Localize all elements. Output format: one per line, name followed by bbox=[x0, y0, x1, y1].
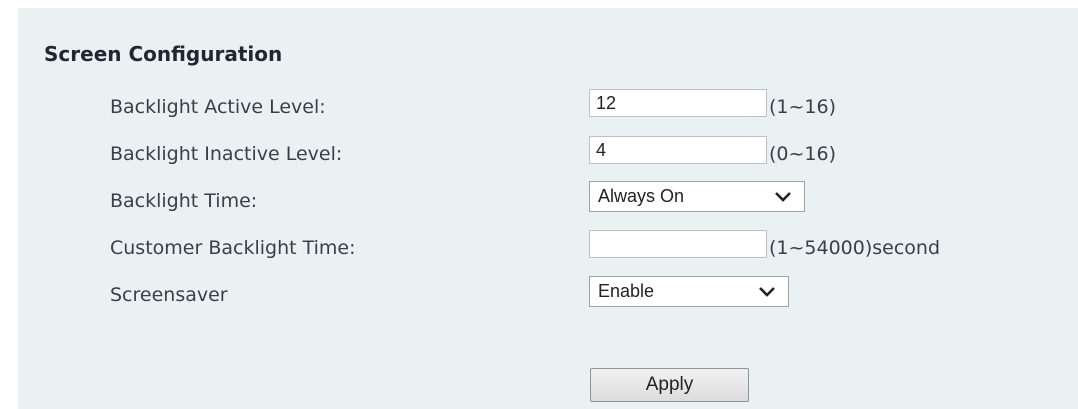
backlight-inactive-level-input[interactable] bbox=[589, 136, 767, 164]
screen-configuration-panel: Screen Configuration Backlight Active Le… bbox=[18, 8, 1078, 409]
screensaver-label: Screensaver bbox=[110, 284, 228, 306]
backlight-active-level-label: Backlight Active Level: bbox=[110, 96, 326, 118]
customer-backlight-time-label: Customer Backlight Time: bbox=[110, 237, 356, 259]
backlight-time-label: Backlight Time: bbox=[110, 190, 258, 212]
screensaver-select[interactable]: Enable bbox=[589, 276, 789, 307]
apply-button[interactable]: Apply bbox=[590, 368, 749, 402]
backlight-active-level-range: (1~16) bbox=[769, 96, 837, 118]
backlight-inactive-level-label: Backlight Inactive Level: bbox=[110, 143, 343, 165]
backlight-active-level-input[interactable] bbox=[589, 89, 767, 117]
screensaver-selected-value: Enable bbox=[598, 281, 655, 301]
chevron-down-icon bbox=[759, 286, 775, 297]
section-title: Screen Configuration bbox=[44, 42, 283, 66]
backlight-time-select[interactable]: Always On bbox=[589, 181, 805, 212]
backlight-time-selected-value: Always On bbox=[598, 186, 685, 206]
backlight-inactive-level-range: (0~16) bbox=[769, 143, 837, 165]
customer-backlight-time-range: (1~54000)second bbox=[769, 237, 941, 259]
chevron-down-icon bbox=[775, 191, 791, 202]
customer-backlight-time-input[interactable] bbox=[589, 230, 767, 258]
